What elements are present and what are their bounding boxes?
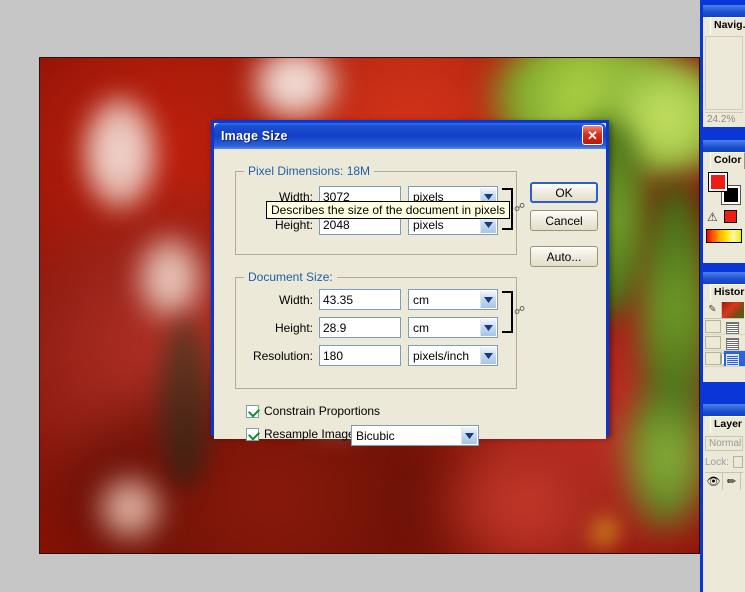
dialog-titlebar[interactable]: Image Size ✕	[214, 123, 606, 149]
foreground-color-swatch[interactable]	[708, 172, 728, 192]
doc-height-unit-select[interactable]: cm	[408, 317, 498, 338]
doc-width-label: Width:	[278, 292, 313, 307]
checkbox-checked-icon	[246, 427, 259, 441]
history-snapshot-toggle[interactable]	[705, 320, 721, 333]
doc-height-input[interactable]: 28.9	[319, 317, 401, 338]
cancel-button[interactable]: Cancel	[530, 210, 598, 231]
history-body: ✎	[703, 302, 745, 367]
history-state-row-selected[interactable]	[703, 351, 745, 367]
chevron-down-icon	[480, 291, 496, 308]
dialog-title: Image Size	[221, 129, 288, 143]
constrain-proportions-label: Constrain Proportions	[264, 404, 381, 418]
chevron-down-icon	[480, 319, 496, 336]
color-palette[interactable]: Color ⚠	[703, 140, 745, 263]
history-state-row[interactable]	[703, 335, 745, 351]
history-state-row[interactable]	[703, 319, 745, 335]
color-tabrow: Color	[703, 152, 745, 169]
color-titlebar[interactable]	[703, 140, 745, 152]
document-size-group: Document Size: Width: 43.35 cm Height: 2…	[233, 270, 525, 389]
color-spectrum-ramp[interactable]	[706, 229, 742, 243]
chevron-down-icon	[461, 427, 477, 444]
layers-body: Normal Lock: 👁 ✏	[703, 436, 745, 578]
resample-image-checkbox[interactable]: Resample Image:	[246, 427, 358, 441]
image-size-dialog[interactable]: Image Size ✕ Pixel Dimensions: 18M Width…	[211, 120, 609, 446]
doc-resolution-label: Resolution:	[252, 348, 313, 363]
snapshot-thumbnail	[722, 302, 744, 318]
lock-transparent-pixels-icon[interactable]	[732, 456, 743, 468]
history-titlebar[interactable]	[703, 272, 745, 284]
navigator-zoom-value[interactable]: 24.2%	[705, 112, 743, 127]
doc-width-unit-select[interactable]: cm	[408, 289, 498, 310]
ok-button[interactable]: OK	[530, 182, 598, 203]
chevron-down-icon	[480, 347, 496, 364]
history-snapshot[interactable]: ✎	[704, 302, 744, 319]
layers-palette[interactable]: Layer Normal Lock: 👁 ✏	[703, 404, 745, 592]
layer-row[interactable]: 👁 ✏	[705, 472, 743, 490]
ok-button-label: OK	[555, 185, 573, 200]
close-icon[interactable]: ✕	[582, 125, 603, 145]
tooltip: Describes the size of the document in pi…	[266, 201, 511, 219]
auto-button[interactable]: Auto...	[530, 246, 598, 267]
blend-mode-select[interactable]: Normal	[705, 436, 743, 451]
resample-method-select[interactable]: Bicubic	[351, 425, 479, 446]
color-body: ⚠	[703, 169, 745, 249]
history-snapshot-toggle[interactable]	[705, 336, 721, 349]
pixel-height-unit-value: pixels	[413, 218, 444, 232]
photoshop-workspace: Image Size ✕ Pixel Dimensions: 18M Width…	[0, 0, 745, 592]
history-snapshot-toggle[interactable]	[705, 352, 721, 365]
history-state-label	[724, 335, 745, 350]
navigator-preview[interactable]	[705, 36, 743, 110]
document-size-label: Document Size:	[244, 270, 337, 284]
pixel-height-label: Height:	[274, 217, 313, 232]
dialog-body: Pixel Dimensions: 18M Width: 3072 pixels…	[214, 149, 606, 446]
doc-resolution-unit-value: pixels/inch	[413, 349, 470, 363]
doc-resolution-row: Resolution: 180 pixels/inch	[233, 345, 498, 366]
palette-dock: Navig. 24.2% Color ⚠ Histor ✎ Layer Norm…	[700, 0, 745, 592]
layers-titlebar[interactable]	[703, 404, 745, 416]
document-constrain-chain-icon: ☍	[502, 291, 525, 333]
gamut-alternate-swatch[interactable]	[724, 210, 737, 223]
navigator-palette[interactable]: Navig. 24.2%	[703, 5, 745, 127]
tab-layers[interactable]: Layer	[710, 416, 745, 433]
resample-method-value: Bicubic	[356, 429, 395, 443]
history-state-label	[724, 351, 745, 366]
brush-icon[interactable]: ✏	[723, 473, 741, 490]
navigator-body: 24.2%	[703, 36, 745, 127]
history-state-label	[724, 319, 745, 334]
layer-lock-row: Lock:	[705, 455, 743, 469]
checkbox-checked-icon	[246, 404, 259, 418]
doc-width-unit-value: cm	[413, 293, 429, 307]
auto-button-label: Auto...	[546, 249, 582, 264]
navigator-tabrow: Navig.	[703, 17, 745, 34]
eye-icon[interactable]: 👁	[705, 473, 723, 490]
cancel-button-label: Cancel	[545, 213, 583, 228]
tab-color[interactable]: Color	[710, 152, 745, 169]
constrain-proportions-checkbox[interactable]: Constrain Proportions	[246, 404, 380, 418]
pixel-dimensions-label: Pixel Dimensions: 18M	[244, 164, 375, 178]
doc-resolution-input[interactable]: 180	[319, 345, 401, 366]
lock-label: Lock:	[705, 456, 729, 468]
doc-width-row: Width: 43.35 cm	[233, 289, 498, 310]
tab-history[interactable]: Histor	[710, 284, 745, 301]
doc-resolution-unit-select[interactable]: pixels/inch	[408, 345, 498, 366]
doc-height-label: Height:	[274, 320, 313, 335]
doc-height-row: Height: 28.9 cm	[233, 317, 498, 338]
out-of-gamut-warning-icon[interactable]: ⚠	[707, 210, 718, 224]
resample-image-label: Resample Image:	[264, 427, 359, 441]
navigator-titlebar[interactable]	[703, 5, 745, 17]
layers-tabrow: Layer	[703, 416, 745, 433]
history-palette[interactable]: Histor ✎	[703, 272, 745, 382]
snapshot-brush-icon: ✎	[704, 302, 722, 318]
doc-height-unit-value: cm	[413, 321, 429, 335]
doc-width-input[interactable]: 43.35	[319, 289, 401, 310]
tab-navigator[interactable]: Navig.	[710, 17, 745, 34]
history-tabrow: Histor	[703, 284, 745, 301]
